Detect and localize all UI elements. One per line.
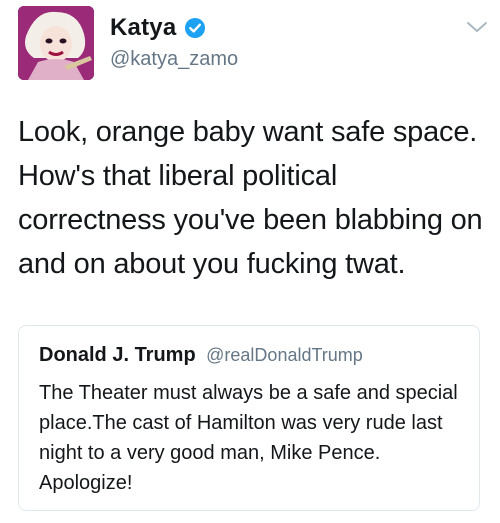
avatar-image [18,6,94,80]
avatar[interactable] [18,6,94,80]
quoted-tweet-text: The Theater must always be a safe and sp… [39,382,458,494]
tweet-header: Katya @katya_zamo [18,6,488,80]
quoted-author-handle: @realDonaldTrump [206,345,363,365]
tweet-text: Look, orange baby want safe space. How's… [18,116,483,280]
verified-badge-icon [184,17,206,39]
quoted-tweet[interactable]: Donald J. Trump @realDonaldTrump The The… [18,325,480,511]
quoted-author-display-name: Donald J. Trump [39,344,196,366]
display-name-row: Katya [110,14,238,42]
quoted-tweet-header: Donald J. Trump @realDonaldTrump [39,344,363,367]
author-handle[interactable]: @katya_zamo [110,48,238,71]
tweet-card: Katya @katya_zamo Look, orange baby want… [0,0,500,523]
author-display-name[interactable]: Katya [110,14,176,42]
author-names: Katya @katya_zamo [110,14,238,71]
chevron-down-icon[interactable] [466,20,488,34]
